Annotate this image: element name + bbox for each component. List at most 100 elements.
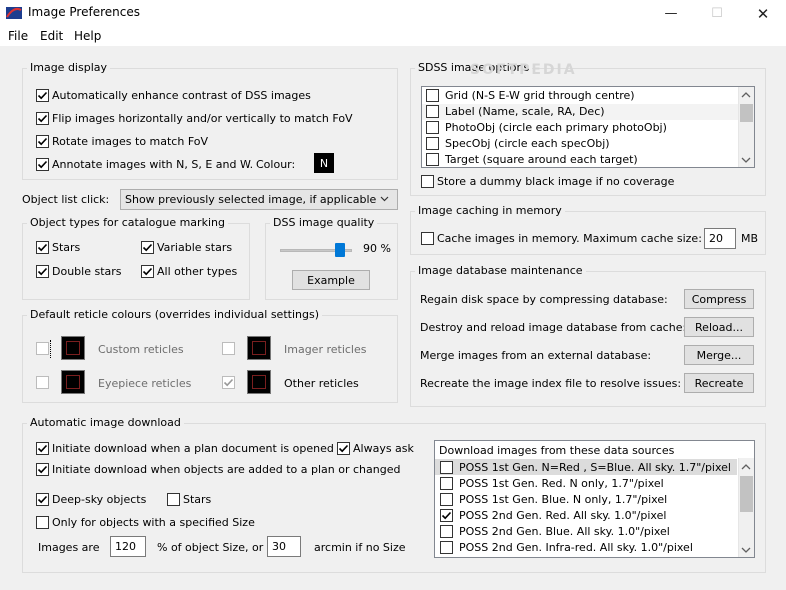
- app-icon: [6, 6, 22, 20]
- source-label: POSS 2nd Gen. Red. All sky. 1.0"/pixel: [459, 509, 667, 522]
- dummy-image-checkbox[interactable]: [421, 175, 434, 188]
- reticle-colours-title: Default reticle colours (overrides indiv…: [27, 308, 322, 321]
- sdss-specobj-checkbox[interactable]: [426, 137, 439, 150]
- chevron-down-icon: [380, 193, 389, 206]
- check-icon: [37, 91, 48, 100]
- size-percent-input[interactable]: 120: [110, 536, 146, 557]
- eyepiece-reticles-colour[interactable]: [61, 370, 85, 394]
- merge-button[interactable]: Merge...: [684, 345, 754, 365]
- enhance-contrast-checkbox[interactable]: [36, 89, 49, 102]
- plan-opened-checkbox[interactable]: [36, 442, 49, 455]
- source-checkbox[interactable]: [440, 509, 453, 522]
- menu-help[interactable]: Help: [74, 29, 101, 43]
- check-icon: [37, 243, 48, 252]
- other-reticles-label: Other reticles: [284, 377, 359, 390]
- variable-stars-checkbox[interactable]: [141, 241, 154, 254]
- merge-label: Merge images from an external database:: [420, 349, 652, 362]
- rotate-images-label: Rotate images to match FoV: [52, 135, 209, 148]
- objects-added-checkbox[interactable]: [36, 463, 49, 476]
- dummy-image-label: Store a dummy black image if no coverage: [437, 175, 675, 188]
- sdss-photoobj-checkbox[interactable]: [426, 121, 439, 134]
- stars-checkbox[interactable]: [36, 241, 49, 254]
- always-ask-label: Always ask: [353, 442, 414, 455]
- sdss-label-checkbox[interactable]: [426, 105, 439, 118]
- menu-file[interactable]: File: [8, 29, 28, 43]
- other-reticles-checkbox[interactable]: [222, 376, 235, 389]
- sdss-photoobj-label: PhotoObj (circle each primary photoObj): [445, 121, 667, 134]
- check-icon: [142, 267, 153, 276]
- rotate-images-checkbox[interactable]: [36, 135, 49, 148]
- percent-label: % of object Size, or: [157, 541, 264, 554]
- cache-size-unit: MB: [741, 232, 759, 245]
- scroll-down-icon[interactable]: [741, 154, 751, 167]
- sdss-target-checkbox[interactable]: [426, 153, 439, 166]
- sdss-grid-label: Grid (N-S E-W grid through centre): [445, 89, 635, 102]
- always-ask-checkbox[interactable]: [337, 442, 350, 455]
- source-checkbox[interactable]: [440, 461, 453, 474]
- eyepiece-reticles-checkbox[interactable]: [36, 376, 49, 389]
- compress-button[interactable]: Compress: [684, 289, 754, 309]
- minimize-button[interactable]: —: [648, 0, 694, 27]
- annotation-colour-swatch[interactable]: N: [314, 153, 334, 173]
- imager-reticles-colour[interactable]: [247, 336, 271, 360]
- cache-size-input[interactable]: 20: [704, 228, 736, 249]
- deep-sky-checkbox[interactable]: [36, 493, 49, 506]
- image-display-title: Image display: [27, 61, 111, 74]
- sdss-grid-checkbox[interactable]: [426, 89, 439, 102]
- close-icon: ✕: [756, 4, 770, 23]
- sdss-specobj-label: SpecObj (circle each specObj): [445, 137, 610, 150]
- colour-label: Colour:: [256, 158, 296, 171]
- double-stars-checkbox[interactable]: [36, 265, 49, 278]
- flip-images-checkbox[interactable]: [36, 112, 49, 125]
- sdss-scroll-thumb[interactable]: [740, 104, 753, 122]
- sdss-label-label: Label (Name, scale, RA, Dec): [445, 105, 605, 118]
- sources-scroll-thumb[interactable]: [740, 476, 753, 512]
- all-other-types-checkbox[interactable]: [141, 265, 154, 278]
- custom-reticles-colour[interactable]: [61, 336, 85, 360]
- check-icon: [37, 267, 48, 276]
- reload-button[interactable]: Reload...: [684, 317, 754, 337]
- close-button[interactable]: ✕: [740, 0, 786, 27]
- db-maintenance-title: Image database maintenance: [415, 264, 586, 277]
- source-checkbox[interactable]: [440, 493, 453, 506]
- image-caching-title: Image caching in memory: [415, 204, 565, 217]
- stars-label: Stars: [52, 241, 81, 254]
- source-checkbox[interactable]: [440, 541, 453, 554]
- custom-reticles-checkbox[interactable]: [36, 342, 49, 355]
- example-button[interactable]: Example: [292, 270, 370, 290]
- only-size-checkbox[interactable]: [36, 516, 49, 529]
- recreate-button[interactable]: Recreate: [684, 373, 754, 393]
- other-reticles-colour[interactable]: [247, 370, 271, 394]
- object-list-select[interactable]: Show previously selected image, if appli…: [120, 189, 398, 210]
- scroll-up-icon[interactable]: [741, 89, 751, 102]
- download-stars-label: Stars: [183, 493, 212, 506]
- cache-images-checkbox[interactable]: [421, 232, 434, 245]
- objects-added-label: Initiate download when objects are added…: [52, 463, 401, 476]
- check-icon: [142, 243, 153, 252]
- check-icon: [37, 444, 48, 453]
- flip-images-label: Flip images horizontally and/or vertical…: [52, 112, 353, 125]
- dss-quality-title: DSS image quality: [270, 216, 378, 229]
- imager-reticles-checkbox[interactable]: [222, 342, 235, 355]
- watermark: SOFTPEDIA: [470, 62, 577, 78]
- scroll-down-icon[interactable]: [741, 544, 751, 557]
- enhance-contrast-label: Automatically enhance contrast of DSS im…: [52, 89, 311, 102]
- source-checkbox[interactable]: [440, 525, 453, 538]
- menu-edit[interactable]: Edit: [40, 29, 63, 43]
- window-title: Image Preferences: [28, 5, 140, 19]
- all-other-types-label: All other types: [157, 265, 238, 278]
- deep-sky-label: Deep-sky objects: [52, 493, 147, 506]
- arcmin-input[interactable]: 30: [267, 536, 301, 557]
- scroll-up-icon[interactable]: [741, 461, 751, 474]
- imager-reticles-label: Imager reticles: [284, 343, 367, 356]
- data-sources-header: Download images from these data sources: [439, 444, 675, 457]
- download-stars-checkbox[interactable]: [167, 493, 180, 506]
- check-icon: [37, 495, 48, 504]
- quality-slider-thumb[interactable]: [335, 243, 346, 257]
- object-types-title: Object types for catalogue marking: [27, 216, 228, 229]
- auto-download-title: Automatic image download: [27, 416, 184, 429]
- source-checkbox[interactable]: [440, 477, 453, 490]
- check-icon: [223, 378, 234, 387]
- annotate-images-checkbox[interactable]: [36, 158, 49, 171]
- minimize-icon: —: [664, 6, 678, 21]
